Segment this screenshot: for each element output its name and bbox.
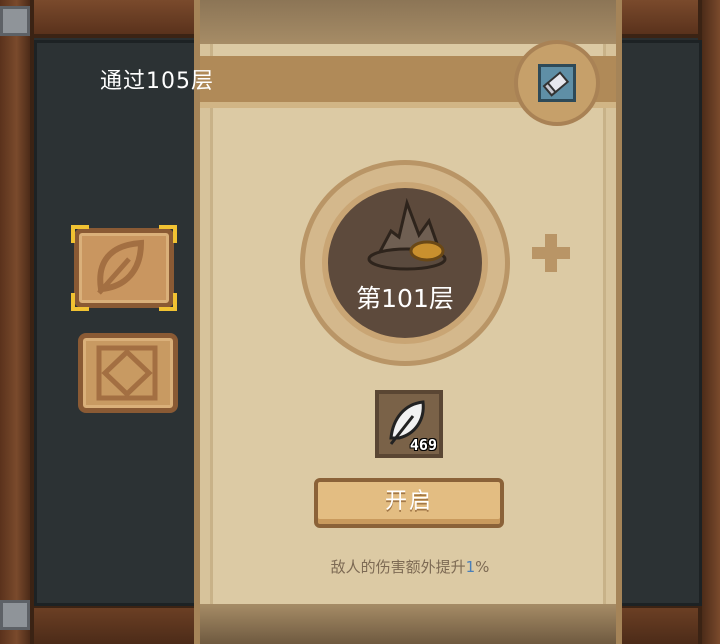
scroll-roll-bottom: [200, 604, 616, 644]
bonus-prefix: 敌人的伤害额外提升: [330, 558, 466, 576]
bonus-suffix: %: [475, 558, 490, 576]
scroll-roll-top: [200, 0, 616, 44]
frame-corner: [0, 600, 30, 630]
frame-left: [0, 0, 34, 644]
rock-nest-icon: [367, 197, 447, 271]
frame-corner: [0, 6, 30, 36]
scroll-note-icon: [542, 71, 570, 97]
floor-medallion[interactable]: [300, 160, 510, 366]
item-count: 469: [409, 436, 437, 454]
item-slot[interactable]: 469: [375, 390, 443, 458]
leaf-icon: [97, 239, 145, 295]
note-button[interactable]: [514, 40, 600, 126]
tab-leaf[interactable]: [71, 225, 177, 311]
plus-icon[interactable]: [528, 230, 574, 276]
tab-diamond[interactable]: [78, 333, 178, 413]
diamond-icon: [96, 345, 158, 401]
open-button[interactable]: 开启: [314, 478, 504, 528]
floor-label: 第101层: [356, 284, 454, 313]
bonus-text: 敌人的伤害额外提升1%: [270, 556, 550, 577]
bonus-value: 1: [465, 558, 476, 576]
panel-title: 通过105层: [100, 69, 214, 94]
